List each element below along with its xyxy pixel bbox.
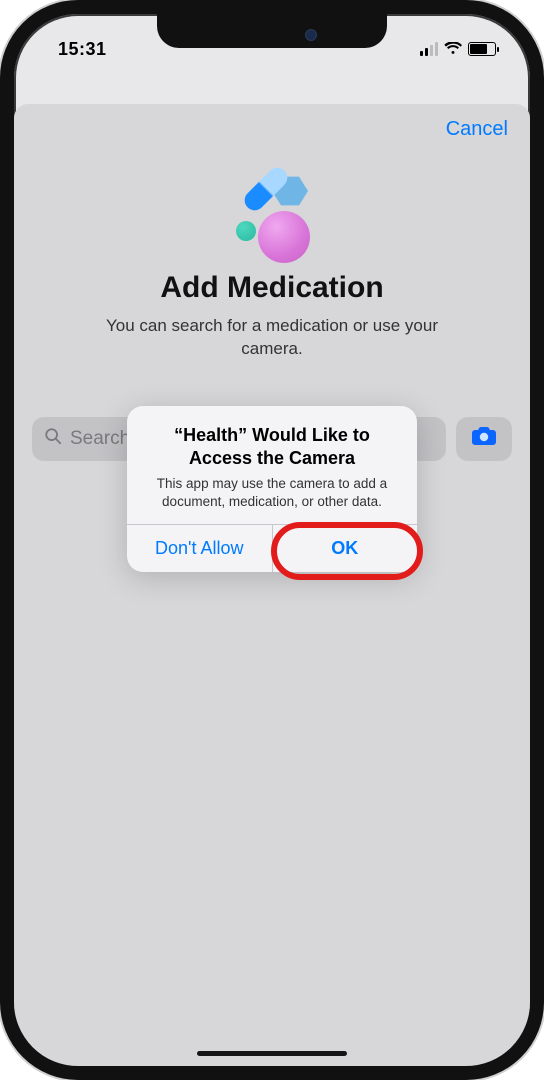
permission-alert-backdrop: “Health” Would Like to Access the Camera… xyxy=(14,14,530,1066)
alert-buttons: Don't Allow OK xyxy=(127,524,417,572)
alert-message: This app may use the camera to add a doc… xyxy=(143,475,401,510)
home-indicator xyxy=(197,1051,347,1056)
screen: 15:31 Cancel Add Medication xyxy=(14,14,530,1066)
alert-body: “Health” Would Like to Access the Camera… xyxy=(127,406,417,524)
dont-allow-button[interactable]: Don't Allow xyxy=(127,525,272,572)
permission-alert: “Health” Would Like to Access the Camera… xyxy=(127,406,417,572)
alert-title: “Health” Would Like to Access the Camera xyxy=(143,424,401,469)
ok-button[interactable]: OK xyxy=(272,525,418,572)
phone-frame: 15:31 Cancel Add Medication xyxy=(0,0,544,1080)
